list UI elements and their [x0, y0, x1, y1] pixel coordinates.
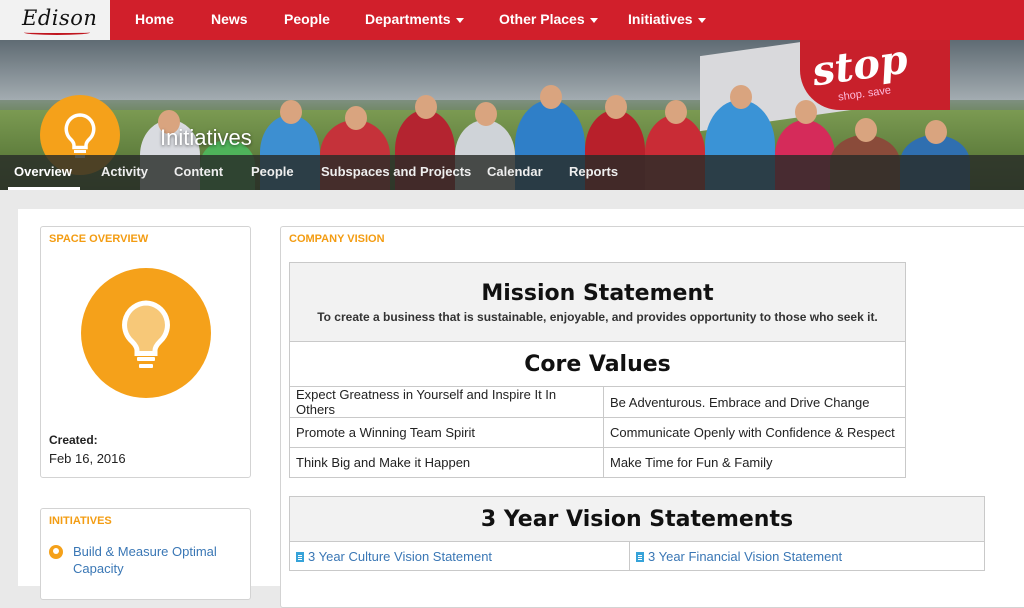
table-row: Promote a Winning Team Spirit Communicat…	[289, 417, 906, 448]
crowd-head	[925, 120, 947, 144]
tab-overview[interactable]: Overview	[14, 164, 72, 179]
logo-swoosh	[24, 30, 90, 35]
company-vision-panel: COMPANY VISION Mission Statement To crea…	[280, 226, 1024, 608]
crowd-head	[730, 85, 752, 109]
tab-content[interactable]: Content	[174, 164, 223, 179]
mission-statement-heading: Mission Statement	[481, 280, 714, 306]
core-value: Think Big and Make it Happen	[289, 447, 604, 478]
chevron-down-icon	[455, 17, 464, 23]
crowd-head	[605, 95, 627, 119]
nav-other-places[interactable]: Other Places	[499, 11, 598, 27]
nav-news-label: News	[211, 11, 248, 27]
tab-calendar[interactable]: Calendar	[487, 164, 543, 179]
tab-people[interactable]: People	[251, 164, 294, 179]
core-value: Communicate Openly with Confidence & Res…	[603, 417, 906, 448]
initiatives-title: INITIATIVES	[49, 515, 112, 527]
core-value: Be Adventurous. Embrace and Drive Change	[603, 386, 906, 418]
created-date: Feb 16, 2016	[49, 451, 126, 466]
mission-statement-cell: Mission Statement To create a business t…	[289, 262, 906, 342]
created-label: Created:	[49, 433, 98, 447]
core-values-cell: Core Values	[289, 341, 906, 387]
crowd-head	[475, 102, 497, 126]
table-row: Expect Greatness in Yourself and Inspire…	[289, 386, 906, 418]
mission-statement-text: To create a business that is sustainable…	[317, 309, 878, 324]
nav-home-label: Home	[135, 11, 174, 27]
company-vision-title: COMPANY VISION	[289, 233, 385, 245]
financial-vision-link[interactable]: 3 Year Financial Vision Statement	[648, 549, 842, 564]
table-row: Think Big and Make it Happen Make Time f…	[289, 447, 906, 478]
chevron-down-icon	[589, 17, 598, 23]
space-overview-title: SPACE OVERVIEW	[49, 233, 149, 245]
crowd-head	[795, 100, 817, 124]
logo-text: Edison	[22, 6, 98, 30]
table-row: 3 Year Culture Vision Statement 3 Year F…	[289, 541, 985, 571]
lightbulb-icon	[122, 300, 170, 368]
vision-link-cell: 3 Year Financial Vision Statement	[629, 541, 985, 571]
space-banner: stop shop. save Initiatives Overview Act…	[0, 40, 1024, 190]
space-overview-panel: SPACE OVERVIEW Created: Feb 16, 2016	[40, 226, 251, 478]
crowd-head	[665, 100, 687, 124]
tab-subspaces-and-projects[interactable]: Subspaces and Projects	[321, 164, 471, 179]
nav-home[interactable]: Home	[135, 11, 174, 27]
nav-initiatives-label: Initiatives	[628, 11, 693, 27]
initiative-link-build-measure-optimal-capacity[interactable]: Build & Measure Optimal Capacity	[73, 543, 233, 577]
tab-reports[interactable]: Reports	[569, 164, 618, 179]
space-subnav: Overview Activity Content People Subspac…	[0, 155, 1024, 190]
top-navigation-bar: Edison Home News People Departments Othe…	[0, 0, 1024, 41]
crowd-head	[415, 95, 437, 119]
main-content: SPACE OVERVIEW Created: Feb 16, 2016 INI…	[18, 209, 1024, 608]
nav-initiatives[interactable]: Initiatives	[628, 11, 706, 27]
core-values-heading: Core Values	[524, 351, 671, 377]
crowd-head	[280, 100, 302, 124]
nav-departments[interactable]: Departments	[365, 11, 464, 27]
edison-logo[interactable]: Edison	[0, 0, 110, 40]
nav-people[interactable]: People	[284, 11, 330, 27]
crowd-head	[540, 85, 562, 109]
space-title: Initiatives	[160, 125, 252, 150]
space-overview-avatar	[81, 268, 211, 398]
culture-vision-link[interactable]: 3 Year Culture Vision Statement	[308, 549, 492, 564]
nav-departments-label: Departments	[365, 11, 451, 27]
vision-statements-table: 3 Year Vision Statements 3 Year Culture …	[289, 496, 985, 571]
vision-statements-cell: 3 Year Vision Statements	[289, 496, 985, 542]
tab-activity[interactable]: Activity	[101, 164, 148, 179]
vision-statements-heading: 3 Year Vision Statements	[480, 506, 794, 532]
core-value: Make Time for Fun & Family	[603, 447, 906, 478]
document-icon	[636, 551, 644, 562]
mission-values-table: Mission Statement To create a business t…	[289, 262, 906, 478]
core-value: Promote a Winning Team Spirit	[289, 417, 604, 448]
nav-people-label: People	[284, 11, 330, 27]
crowd-head	[855, 118, 877, 142]
chevron-down-icon	[697, 17, 706, 23]
crowd-head	[345, 106, 367, 130]
core-value: Expect Greatness in Yourself and Inspire…	[289, 386, 604, 418]
document-icon	[296, 551, 304, 562]
initiatives-panel: INITIATIVES Build & Measure Optimal Capa…	[40, 508, 251, 600]
vision-link-cell: 3 Year Culture Vision Statement	[289, 541, 630, 571]
nav-other-places-label: Other Places	[499, 11, 585, 27]
active-tab-indicator	[8, 187, 80, 190]
initiative-icon	[49, 545, 63, 559]
nav-news[interactable]: News	[211, 11, 248, 27]
